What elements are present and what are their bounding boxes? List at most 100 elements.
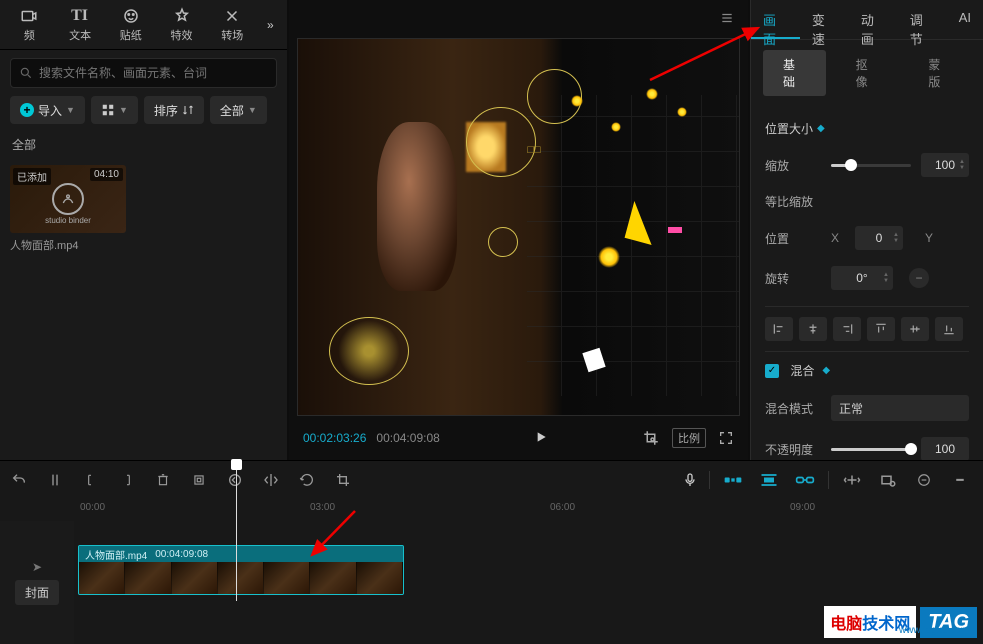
align-bottom-icon[interactable]	[935, 317, 963, 341]
magnet-main-button[interactable]	[720, 470, 746, 490]
watermark: 电脑技术网 www.tagxp.com TAG	[824, 606, 977, 638]
tab-ai[interactable]: AI	[947, 0, 983, 39]
preview-menu-button[interactable]	[718, 11, 736, 28]
filter-all-button[interactable]: 全部▼	[210, 96, 267, 124]
cover-button[interactable]: 封面	[15, 580, 59, 605]
properties-panel: 画面 变速 动画 调节 AI 基础 抠像 蒙版 位置大小◆ 缩放 100▲▼ 等	[750, 0, 983, 460]
category-label: 全部	[0, 132, 287, 157]
align-right-icon[interactable]	[833, 317, 861, 341]
clip-filename: 人物面部.mp4	[10, 237, 126, 253]
ratio-button[interactable]: 比例	[672, 428, 706, 448]
subtab-basic[interactable]: 基础	[763, 50, 826, 96]
video-subject	[377, 122, 456, 291]
rotation-label: 旋转	[765, 270, 821, 287]
tab-text[interactable]: TI文本	[57, 3, 104, 47]
studio-logo-icon	[52, 183, 84, 215]
total-time: 00:04:09:08	[376, 431, 439, 445]
timeline-toolbar: ━	[0, 461, 983, 499]
play-button[interactable]	[533, 429, 549, 448]
search-box[interactable]	[10, 58, 277, 88]
scale-value[interactable]: 100▲▼	[921, 153, 969, 177]
fullscreen-icon[interactable]	[718, 430, 734, 446]
property-tabs: 画面 变速 动画 调节 AI	[751, 0, 983, 40]
scale-label: 缩放	[765, 157, 821, 174]
position-x-input[interactable]: 0▲▼	[855, 226, 903, 250]
tab-adjust[interactable]: 调节	[898, 0, 947, 39]
grid-overlay	[527, 95, 739, 396]
crop-icon[interactable]	[642, 429, 660, 447]
mirror-button[interactable]	[262, 472, 280, 488]
align-vcenter-icon[interactable]	[901, 317, 929, 341]
expand-tabs-button[interactable]: »	[260, 14, 281, 36]
alignment-toolbar	[765, 306, 969, 352]
preview-cut-button[interactable]	[839, 470, 865, 490]
magnet-track-button[interactable]	[756, 470, 782, 490]
blend-header[interactable]: ✓ 混合◆	[765, 352, 969, 387]
playback-controls: 00:02:03:26 00:04:09:08 比例	[289, 416, 748, 460]
mic-button[interactable]	[681, 472, 699, 488]
position-size-header[interactable]: 位置大小◆	[765, 110, 969, 145]
tab-video[interactable]: 频	[6, 3, 53, 47]
media-panel: 频 TI文本 贴纸 特效 转场 » +导入▼ ▼ 排序 全部▼ 全部	[0, 0, 287, 460]
layout-button[interactable]: ▼	[91, 96, 138, 124]
media-thumbnail[interactable]: 已添加 04:10 studio binder 人物面部.mp4	[10, 165, 126, 253]
opacity-label: 不透明度	[765, 441, 821, 458]
sort-button[interactable]: 排序	[144, 96, 204, 124]
import-button[interactable]: +导入▼	[10, 96, 85, 124]
tab-sticker[interactable]: 贴纸	[107, 3, 154, 47]
tab-animation[interactable]: 动画	[849, 0, 898, 39]
rotation-reset-button[interactable]: −	[909, 268, 929, 288]
reverse-button[interactable]	[226, 472, 244, 488]
scale-slider[interactable]	[831, 164, 911, 167]
opacity-value[interactable]: 100	[921, 437, 969, 460]
tab-transition[interactable]: 转场	[209, 3, 256, 47]
zoom-out-button[interactable]	[911, 470, 937, 490]
zoom-slider-handle[interactable]: ━	[947, 470, 973, 490]
crop-button[interactable]	[334, 472, 352, 488]
freeze-button[interactable]	[190, 472, 208, 488]
asset-tabs: 频 TI文本 贴纸 特效 转场 »	[0, 0, 287, 50]
tab-picture[interactable]: 画面	[751, 0, 800, 39]
track-sidebar: ➤ 封面	[0, 521, 74, 644]
plus-icon: +	[20, 103, 34, 117]
align-left-icon[interactable]	[765, 317, 793, 341]
search-icon	[19, 66, 33, 80]
rotate-button[interactable]	[298, 472, 316, 488]
position-label: 位置	[765, 230, 821, 247]
grid-icon	[101, 103, 115, 117]
video-clip[interactable]: 人物面部.mp4 00:04:09:08	[78, 545, 404, 595]
split-button[interactable]	[46, 472, 64, 488]
tab-effects[interactable]: 特效	[158, 3, 205, 47]
timeline-panel: ━ 00:00 03:00 06:00 09:00 ➤ 封面 人物面部.mp4 0…	[0, 460, 983, 644]
rotation-input[interactable]: 0°▲▼	[831, 266, 893, 290]
align-hcenter-icon[interactable]	[799, 317, 827, 341]
added-badge: 已添加	[13, 168, 51, 185]
opacity-slider[interactable]	[831, 448, 911, 451]
blend-mode-select[interactable]: 正常	[831, 395, 969, 421]
text-icon: TI	[71, 7, 89, 25]
playhead[interactable]	[236, 461, 237, 601]
blend-checkbox[interactable]: ✓	[765, 364, 779, 378]
subtab-mask[interactable]: 蒙版	[908, 50, 971, 96]
subtab-cutout[interactable]: 抠像	[836, 50, 899, 96]
clip-duration: 00:04:09:08	[155, 549, 208, 560]
blend-mode-label: 混合模式	[765, 400, 821, 417]
cover-arrow-icon[interactable]: ➤	[32, 560, 42, 574]
link-button[interactable]	[792, 470, 818, 490]
undo-button[interactable]	[10, 472, 28, 488]
trim-right-button[interactable]	[118, 472, 136, 488]
align-top-icon[interactable]	[867, 317, 895, 341]
keyframe-diamond-icon[interactable]: ◆	[822, 365, 830, 376]
tab-speed[interactable]: 变速	[800, 0, 849, 39]
current-time: 00:02:03:26	[303, 431, 366, 445]
uniform-scale-label: 等比缩放	[765, 193, 821, 210]
search-input[interactable]	[39, 66, 268, 80]
time-ruler[interactable]: 00:00 03:00 06:00 09:00	[0, 499, 983, 521]
delete-button[interactable]	[154, 472, 172, 488]
zoom-timeline-button[interactable]	[875, 470, 901, 490]
keyframe-diamond-icon[interactable]: ◆	[817, 123, 825, 134]
clip-name: 人物面部.mp4	[85, 547, 147, 562]
trim-left-button[interactable]	[82, 472, 100, 488]
preview-canvas[interactable]: □□	[297, 38, 740, 416]
duration-badge: 04:10	[90, 168, 123, 181]
